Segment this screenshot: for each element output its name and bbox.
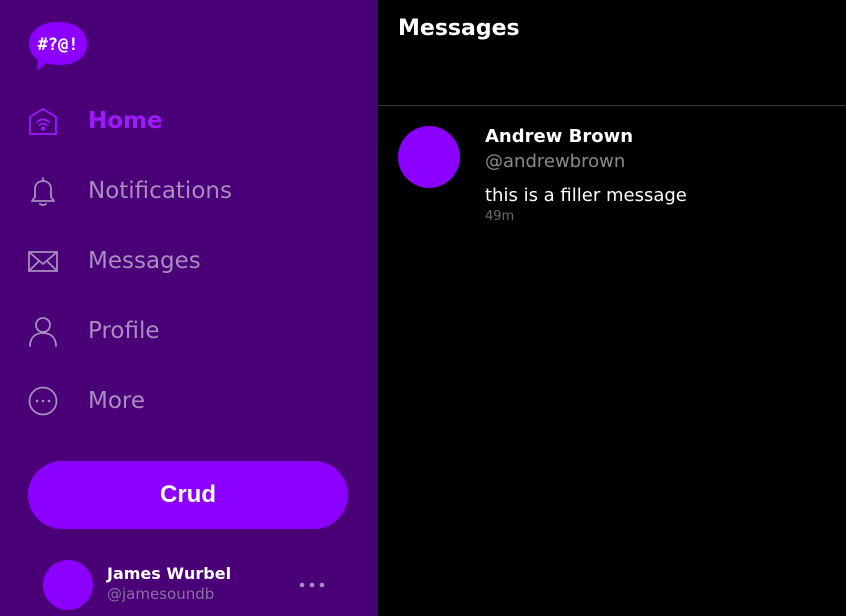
account-more-button[interactable] — [297, 574, 327, 596]
user-avatar — [43, 560, 93, 610]
nav-item-more[interactable]: More — [26, 379, 346, 423]
message-item[interactable]: Andrew Brown @andrewbrown this is a fill… — [378, 106, 846, 236]
nav-item-home[interactable]: Home — [26, 99, 346, 143]
person-icon — [26, 314, 60, 348]
ellipsis-icon — [299, 582, 325, 588]
envelope-icon — [26, 244, 60, 278]
nav-item-notifications[interactable]: Notifications — [26, 169, 346, 213]
more-circle-icon — [26, 384, 60, 418]
nav-label-messages: Messages — [88, 248, 201, 274]
sidebar: #?@! Home Notifications Messages Profile… — [0, 0, 378, 616]
home-icon — [26, 104, 60, 138]
nav-label-home: Home — [88, 108, 163, 134]
nav-item-messages[interactable]: Messages — [26, 239, 346, 283]
speech-bubble-logo-icon: #?@! — [29, 22, 87, 71]
app-logo[interactable]: #?@! — [27, 20, 89, 72]
message-sender-name: Andrew Brown — [485, 126, 634, 147]
crud-button[interactable]: Crud — [28, 461, 348, 529]
nav-label-notifications: Notifications — [88, 178, 232, 204]
main-panel: Messages Andrew Brown @andrewbrown this … — [378, 0, 846, 616]
message-avatar[interactable] — [398, 126, 460, 188]
message-sender-handle: @andrewbrown — [485, 151, 626, 172]
nav-item-profile[interactable]: Profile — [26, 309, 346, 353]
app-window: #?@! Home Notifications Messages Profile… — [0, 0, 846, 616]
message-text: this is a filler message — [485, 185, 687, 206]
logo-text: #?@! — [38, 35, 79, 55]
page-title: Messages — [398, 16, 520, 41]
message-timestamp: 49m — [485, 209, 515, 224]
user-name: James Wurbel — [107, 564, 232, 583]
user-handle: @jamesoundb — [107, 585, 215, 603]
account-switcher[interactable]: James Wurbel @jamesoundb — [43, 560, 343, 610]
main-header: Messages — [378, 0, 846, 106]
nav-label-more: More — [88, 388, 146, 414]
bell-icon — [26, 174, 60, 208]
nav-label-profile: Profile — [88, 318, 160, 344]
